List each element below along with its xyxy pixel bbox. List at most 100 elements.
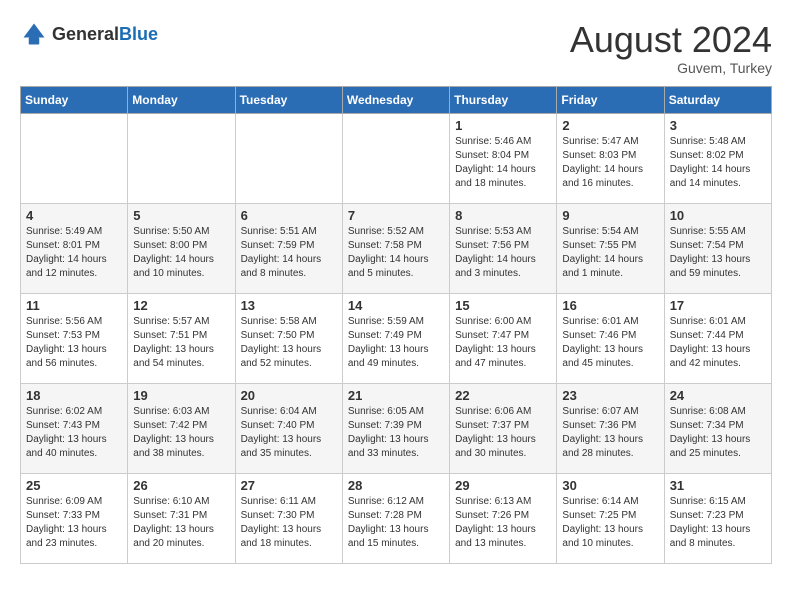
title-block: August 2024 Guvem, Turkey (570, 20, 772, 76)
cell-content: Sunrise: 5:59 AM Sunset: 7:49 PM Dayligh… (348, 315, 444, 371)
calendar-cell: 14Sunrise: 5:59 AM Sunset: 7:49 PM Dayli… (342, 293, 449, 383)
cell-content: Sunrise: 6:11 AM Sunset: 7:30 PM Dayligh… (241, 495, 337, 551)
calendar-cell: 23 Sunrise: 6:07 AM Sunset: 7:36 PM Dayli… (557, 383, 664, 473)
calendar-cell: 5 Sunrise: 5:50 AM Sunset: 8:00 PM Daylig… (128, 203, 235, 293)
cell-content: Sunrise: 6:03 AM Sunset: 7:42 PM Dayligh… (133, 405, 229, 461)
day-number: 1 (455, 118, 551, 133)
calendar-week-2: 4 Sunrise: 5:49 AM Sunset: 8:01 PM Daylig… (21, 203, 772, 293)
day-number: 2 (562, 118, 658, 133)
calendar-week-4: 18 Sunrise: 6:02 AM Sunset: 7:43 PM Dayli… (21, 383, 772, 473)
day-number: 19 (133, 388, 229, 403)
calendar-header: SundayMondayTuesdayWednesdayThursdayFrid… (21, 86, 772, 113)
calendar-cell: 28 Sunrise: 6:12 AM Sunset: 7:28 PM Dayli… (342, 473, 449, 563)
cell-content: Sunrise: 6:10 AM Sunset: 7:31 PM Dayligh… (133, 495, 229, 551)
day-number: 26 (133, 478, 229, 493)
day-number: 5 (133, 208, 229, 223)
calendar-cell: 22 Sunrise: 6:06 AM Sunset: 7:37 PM Dayli… (450, 383, 557, 473)
cell-content: Sunrise: 5:57 AM Sunset: 7:51 PM Dayligh… (133, 315, 229, 371)
calendar-cell: 20 Sunrise: 6:04 AM Sunset: 7:40 PM Dayli… (235, 383, 342, 473)
page-title: August 2024 (570, 20, 772, 60)
weekday-header-tuesday: Tuesday (235, 86, 342, 113)
cell-content: Sunrise: 6:00 AM Sunset: 7:47 PM Dayligh… (455, 315, 551, 371)
cell-content: Sunrise: 6:14 AM Sunset: 7:25 PM Dayligh… (562, 495, 658, 551)
cell-content: Sunrise: 6:06 AM Sunset: 7:37 PM Dayligh… (455, 405, 551, 461)
calendar-cell: 27 Sunrise: 6:11 AM Sunset: 7:30 PM Dayli… (235, 473, 342, 563)
day-number: 27 (241, 478, 337, 493)
calendar-cell: 4 Sunrise: 5:49 AM Sunset: 8:01 PM Daylig… (21, 203, 128, 293)
calendar-cell: 17 Sunrise: 6:01 AM Sunset: 7:44 PM Dayli… (664, 293, 771, 383)
day-number: 3 (670, 118, 766, 133)
calendar-cell (21, 113, 128, 203)
weekday-header-friday: Friday (557, 86, 664, 113)
cell-content: Sunrise: 6:09 AM Sunset: 7:33 PM Dayligh… (26, 495, 122, 551)
day-number: 16 (562, 298, 658, 313)
calendar-cell (342, 113, 449, 203)
calendar-cell: 1 Sunrise: 5:46 AM Sunset: 8:04 PM Daylig… (450, 113, 557, 203)
day-number: 15 (455, 298, 551, 313)
cell-content: Sunrise: 6:01 AM Sunset: 7:44 PM Dayligh… (670, 315, 766, 371)
day-number: 17 (670, 298, 766, 313)
calendar-cell: 12 Sunrise: 5:57 AM Sunset: 7:51 PM Dayli… (128, 293, 235, 383)
calendar-cell: 10Sunrise: 5:55 AM Sunset: 7:54 PM Dayli… (664, 203, 771, 293)
day-number: 8 (455, 208, 551, 223)
calendar-cell: 16 Sunrise: 6:01 AM Sunset: 7:46 PM Dayli… (557, 293, 664, 383)
calendar-cell: 21 Sunrise: 6:05 AM Sunset: 7:39 PM Dayli… (342, 383, 449, 473)
cell-content: Sunrise: 6:04 AM Sunset: 7:40 PM Dayligh… (241, 405, 337, 461)
cell-content: Sunrise: 6:12 AM Sunset: 7:28 PM Dayligh… (348, 495, 444, 551)
cell-content: Sunrise: 5:52 AM Sunset: 7:58 PM Dayligh… (348, 225, 444, 281)
cell-content: Sunrise: 5:50 AM Sunset: 8:00 PM Dayligh… (133, 225, 229, 281)
day-number: 22 (455, 388, 551, 403)
calendar-cell: 8 Sunrise: 5:53 AM Sunset: 7:56 PM Daylig… (450, 203, 557, 293)
day-number: 6 (241, 208, 337, 223)
cell-content: Sunrise: 5:56 AM Sunset: 7:53 PM Dayligh… (26, 315, 122, 371)
cell-content: Sunrise: 5:46 AM Sunset: 8:04 PM Dayligh… (455, 135, 551, 191)
cell-content: Sunrise: 6:13 AM Sunset: 7:26 PM Dayligh… (455, 495, 551, 551)
calendar-week-3: 11 Sunrise: 5:56 AM Sunset: 7:53 PM Dayli… (21, 293, 772, 383)
day-number: 21 (348, 388, 444, 403)
calendar-cell: 13Sunrise: 5:58 AM Sunset: 7:50 PM Dayli… (235, 293, 342, 383)
cell-content: Sunrise: 6:05 AM Sunset: 7:39 PM Dayligh… (348, 405, 444, 461)
calendar-cell: 7Sunrise: 5:52 AM Sunset: 7:58 PM Daylig… (342, 203, 449, 293)
cell-content: Sunrise: 6:01 AM Sunset: 7:46 PM Dayligh… (562, 315, 658, 371)
cell-content: Sunrise: 6:08 AM Sunset: 7:34 PM Dayligh… (670, 405, 766, 461)
day-number: 30 (562, 478, 658, 493)
calendar-cell: 9 Sunrise: 5:54 AM Sunset: 7:55 PM Daylig… (557, 203, 664, 293)
weekday-header-saturday: Saturday (664, 86, 771, 113)
cell-content: Sunrise: 6:02 AM Sunset: 7:43 PM Dayligh… (26, 405, 122, 461)
calendar-cell: 24 Sunrise: 6:08 AM Sunset: 7:34 PM Dayli… (664, 383, 771, 473)
calendar-table: SundayMondayTuesdayWednesdayThursdayFrid… (20, 86, 772, 564)
day-number: 11 (26, 298, 122, 313)
calendar-body: 1 Sunrise: 5:46 AM Sunset: 8:04 PM Daylig… (21, 113, 772, 563)
weekday-row: SundayMondayTuesdayWednesdayThursdayFrid… (21, 86, 772, 113)
calendar-cell: 25Sunrise: 6:09 AM Sunset: 7:33 PM Dayli… (21, 473, 128, 563)
day-number: 12 (133, 298, 229, 313)
calendar-cell (235, 113, 342, 203)
cell-content: Sunrise: 5:53 AM Sunset: 7:56 PM Dayligh… (455, 225, 551, 281)
day-number: 24 (670, 388, 766, 403)
logo-blue-text: Blue (119, 24, 158, 44)
day-number: 4 (26, 208, 122, 223)
day-number: 9 (562, 208, 658, 223)
weekday-header-sunday: Sunday (21, 86, 128, 113)
cell-content: Sunrise: 5:48 AM Sunset: 8:02 PM Dayligh… (670, 135, 766, 191)
cell-content: Sunrise: 6:07 AM Sunset: 7:36 PM Dayligh… (562, 405, 658, 461)
weekday-header-thursday: Thursday (450, 86, 557, 113)
day-number: 28 (348, 478, 444, 493)
calendar-cell: 31Sunrise: 6:15 AM Sunset: 7:23 PM Dayli… (664, 473, 771, 563)
calendar-cell: 6Sunrise: 5:51 AM Sunset: 7:59 PM Daylig… (235, 203, 342, 293)
logo-icon (20, 20, 48, 48)
cell-content: Sunrise: 5:54 AM Sunset: 7:55 PM Dayligh… (562, 225, 658, 281)
calendar-cell: 2Sunrise: 5:47 AM Sunset: 8:03 PM Daylig… (557, 113, 664, 203)
day-number: 13 (241, 298, 337, 313)
calendar-cell (128, 113, 235, 203)
cell-content: Sunrise: 5:49 AM Sunset: 8:01 PM Dayligh… (26, 225, 122, 281)
day-number: 23 (562, 388, 658, 403)
calendar-cell: 29 Sunrise: 6:13 AM Sunset: 7:26 PM Dayli… (450, 473, 557, 563)
day-number: 10 (670, 208, 766, 223)
calendar-cell: 15 Sunrise: 6:00 AM Sunset: 7:47 PM Dayli… (450, 293, 557, 383)
day-number: 29 (455, 478, 551, 493)
calendar-week-1: 1 Sunrise: 5:46 AM Sunset: 8:04 PM Daylig… (21, 113, 772, 203)
day-number: 18 (26, 388, 122, 403)
calendar-cell: 26 Sunrise: 6:10 AM Sunset: 7:31 PM Dayli… (128, 473, 235, 563)
day-number: 20 (241, 388, 337, 403)
